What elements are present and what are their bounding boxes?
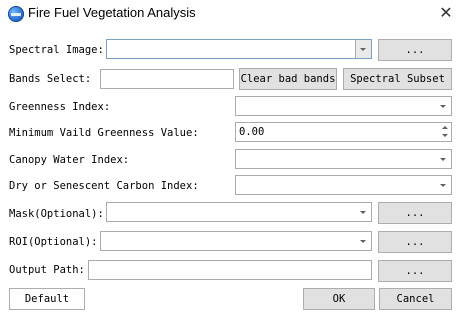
chevron-down-icon[interactable] [436, 97, 451, 115]
min-greenness-label: Minimum Vaild Greenness Value: [9, 127, 199, 139]
mask-label: Mask(Optional): [9, 208, 104, 220]
output-path-label: Output Path: [9, 264, 85, 276]
ok-button[interactable]: OK [303, 288, 375, 310]
spin-up-icon[interactable] [441, 124, 449, 132]
clear-bad-bands-button[interactable]: Clear bad bands [239, 68, 337, 90]
title-bar: Fire Fuel Vegetation Analysis ✕ [0, 0, 463, 30]
chevron-down-icon[interactable] [356, 232, 371, 250]
window-title: Fire Fuel Vegetation Analysis [28, 5, 196, 20]
spectral-image-label: Spectral Image: [9, 44, 104, 56]
min-greenness-value: 0.00 [239, 126, 265, 138]
bands-select-input[interactable] [100, 69, 234, 89]
min-greenness-spinbox[interactable]: 0.00 [235, 122, 452, 142]
spin-down-icon[interactable] [441, 132, 449, 140]
mask-combo[interactable] [106, 202, 372, 222]
spectral-image-browse-button[interactable]: ... [378, 39, 452, 61]
roi-label: ROI(Optional): [9, 236, 98, 248]
chevron-down-icon[interactable] [436, 150, 451, 168]
spectral-image-combo[interactable] [106, 39, 372, 59]
roi-combo[interactable] [100, 231, 372, 251]
canopy-water-index-label: Canopy Water Index: [9, 154, 130, 166]
dry-carbon-index-combo[interactable] [235, 175, 452, 195]
default-button[interactable]: Default [9, 288, 85, 310]
canopy-water-index-combo[interactable] [235, 149, 452, 169]
output-path-input[interactable] [88, 260, 372, 280]
chevron-down-icon[interactable] [355, 40, 371, 58]
dry-carbon-index-label: Dry or Senescent Carbon Index: [9, 180, 199, 192]
roi-browse-button[interactable]: ... [378, 231, 452, 253]
bands-select-label: Bands Select: [9, 73, 92, 85]
cancel-button[interactable]: Cancel [379, 288, 452, 310]
close-button[interactable]: ✕ [433, 2, 459, 24]
output-path-browse-button[interactable]: ... [378, 260, 452, 282]
chevron-down-icon[interactable] [356, 203, 371, 221]
greenness-index-combo[interactable] [235, 96, 452, 116]
greenness-index-label: Greenness Index: [9, 101, 111, 113]
mask-browse-button[interactable]: ... [378, 202, 452, 224]
chevron-down-icon[interactable] [436, 176, 451, 194]
spectral-subset-button[interactable]: Spectral Subset [343, 68, 452, 90]
app-globe-icon [8, 6, 24, 22]
